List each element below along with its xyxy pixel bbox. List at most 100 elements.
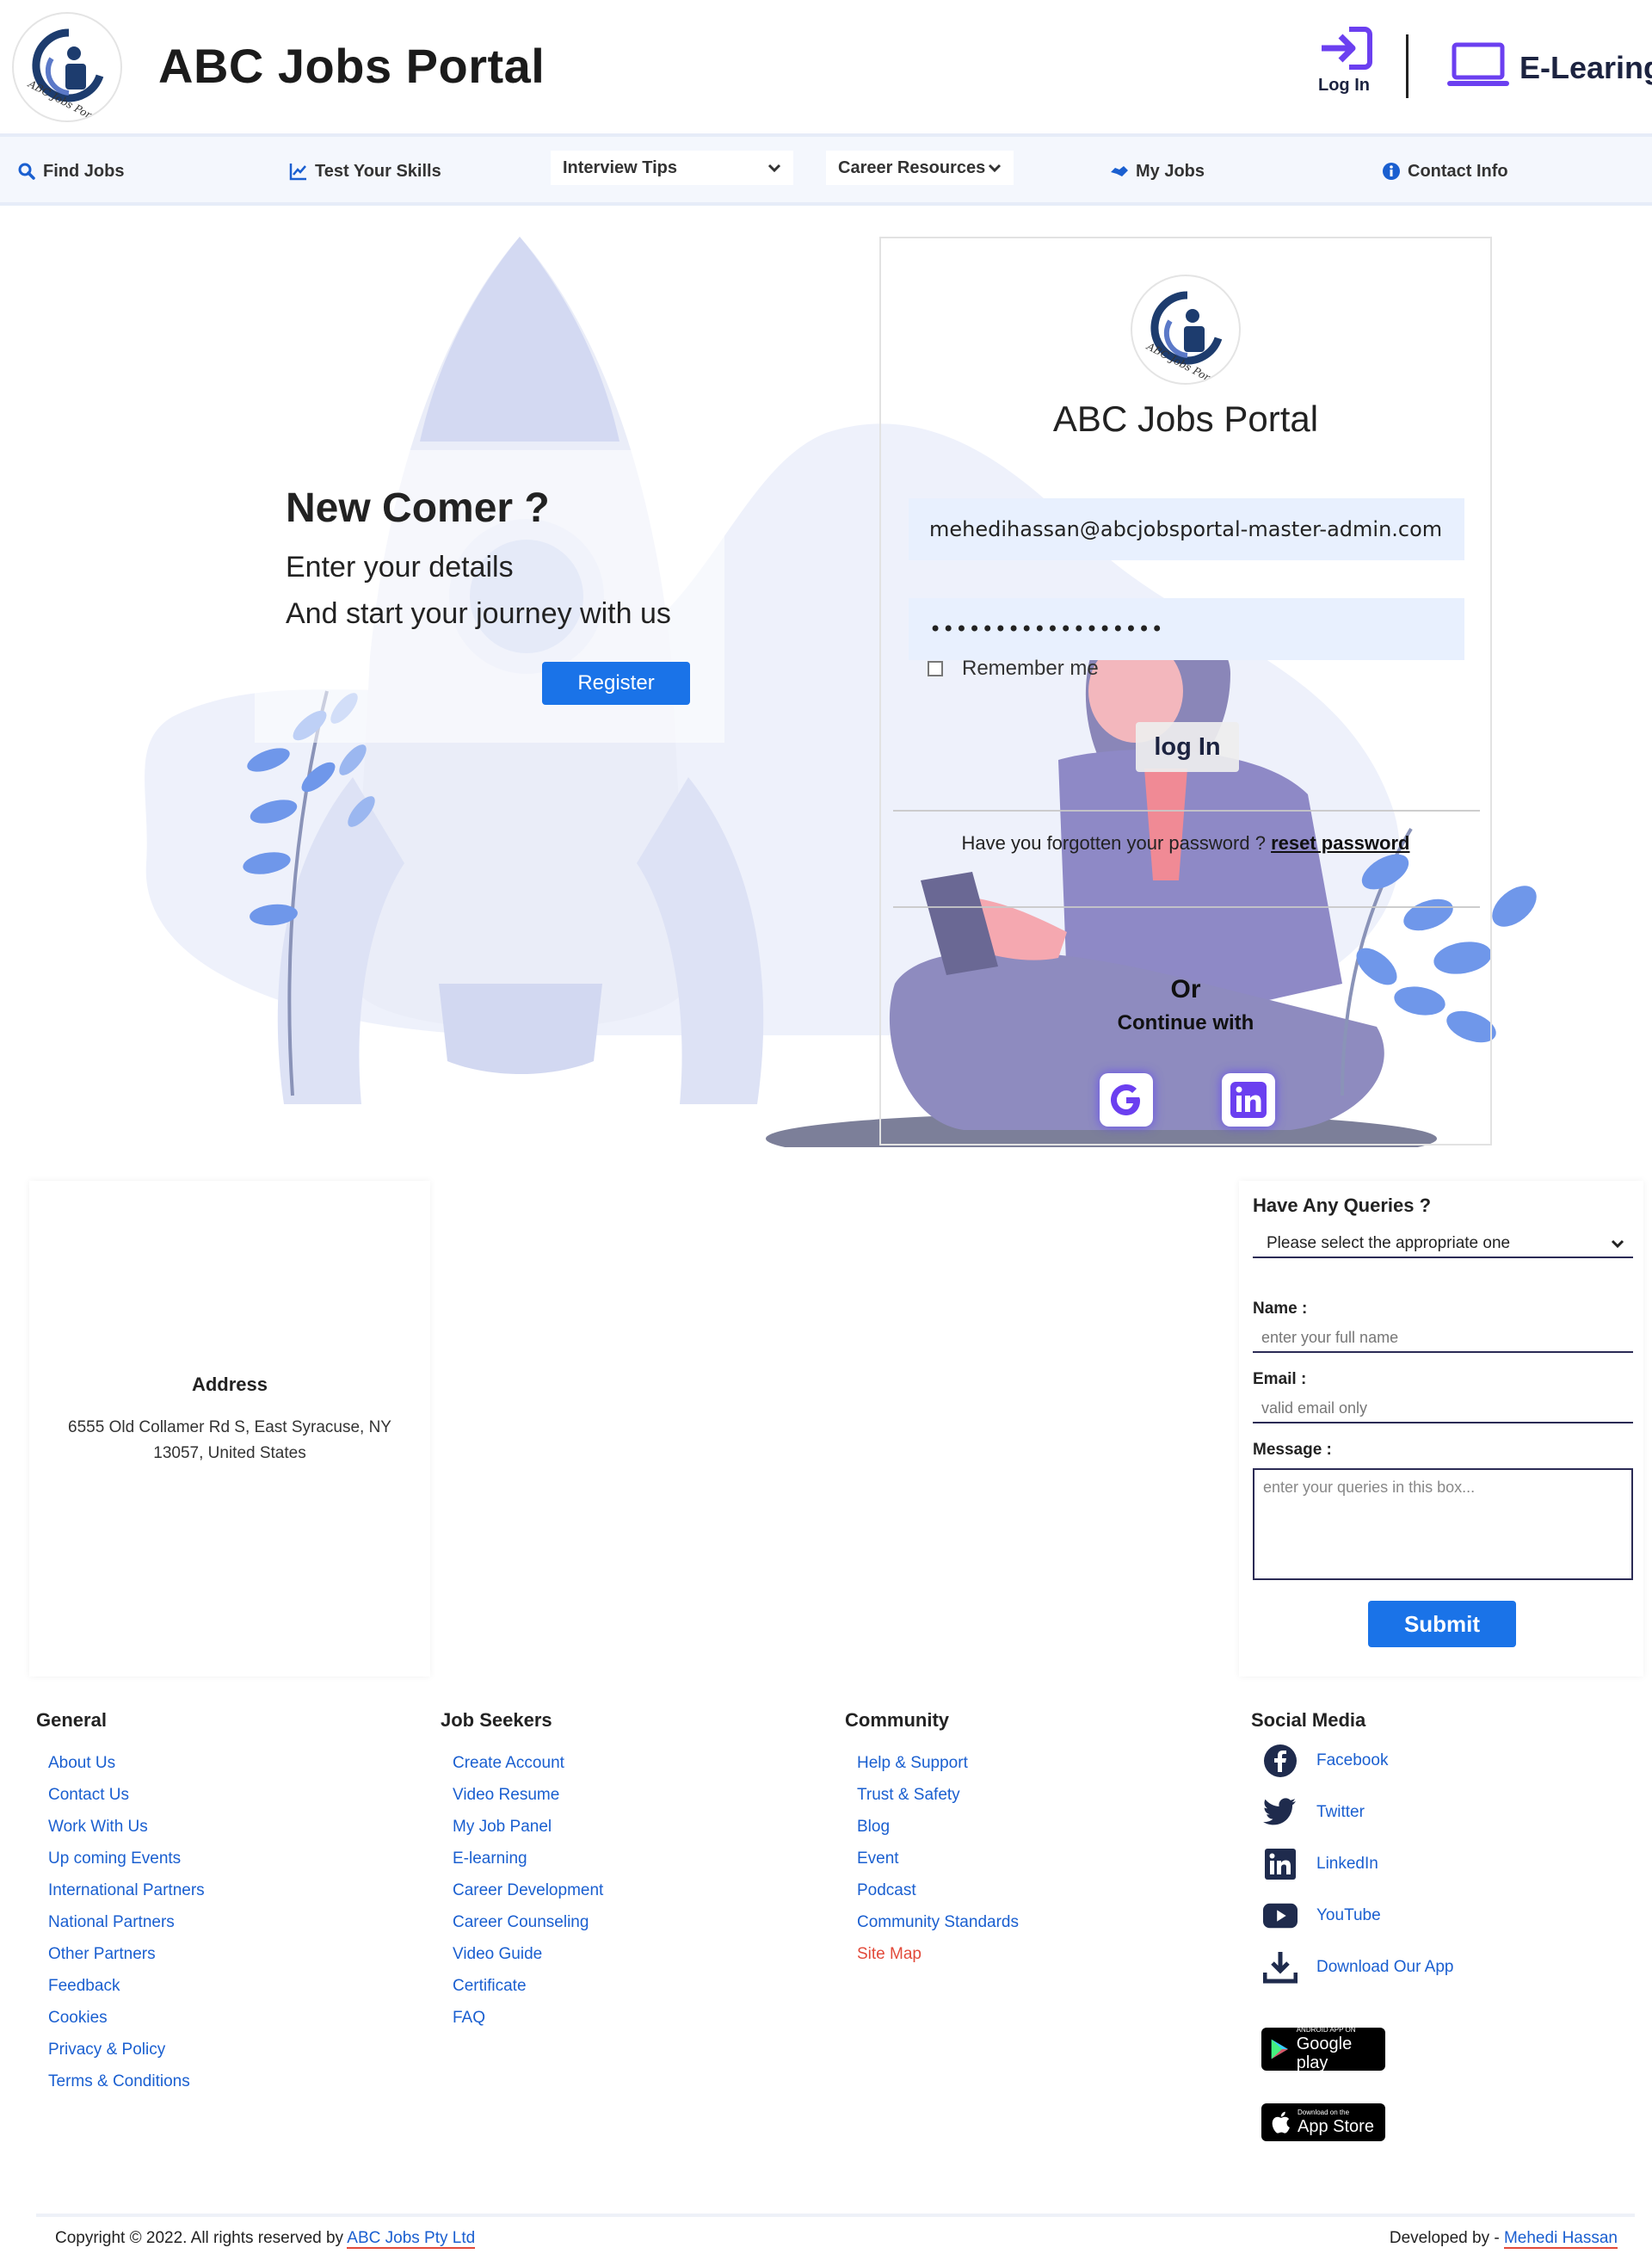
footer-social-list: Facebook Twitter LinkedIn YouTube Downlo… <box>1251 1735 1454 1993</box>
password-input[interactable]: •••••••••••••••••• <box>909 598 1464 660</box>
continue-with-text: Continue with <box>1117 1011 1254 1034</box>
footer-link[interactable]: Video Guide <box>453 1938 603 1970</box>
login-card-title: ABC Jobs Portal <box>1052 398 1319 439</box>
footer-link[interactable]: Privacy & Policy <box>48 2034 205 2065</box>
nav-career-resources-label: Career Resources <box>838 157 986 177</box>
name-input[interactable]: enter your full name <box>1253 1324 1633 1353</box>
login-card: ABC Jobs Portal ABC Jobs Portal mehediha… <box>879 237 1492 1145</box>
app-store-badge[interactable]: Download on the App Store <box>1261 2103 1385 2141</box>
address-text: 6555 Old Collamer Rd S, East Syracuse, N… <box>68 1418 391 1462</box>
main-nav: Find Jobs Test Your Skills Interview Tip… <box>0 133 1652 206</box>
or-text: Or <box>1170 975 1201 1003</box>
header-divider <box>1406 34 1409 98</box>
footer-link[interactable]: Terms & Conditions <box>48 2065 205 2097</box>
site-logo[interactable]: ABC Jobs Portal <box>12 12 122 122</box>
chart-line-icon <box>289 164 306 181</box>
newcomer-line-1: Enter your details <box>286 551 514 584</box>
submit-button[interactable]: Submit <box>1368 1601 1516 1647</box>
login-icon <box>1322 27 1372 70</box>
remember-me-checkbox[interactable] <box>928 661 943 676</box>
footer-link[interactable]: Other Partners <box>48 1938 205 1970</box>
footer-link[interactable]: International Partners <box>48 1874 205 1906</box>
google-login-button[interactable] <box>1100 1073 1153 1127</box>
newcomer-heading: New Comer ? <box>286 485 550 531</box>
footer-link[interactable]: Community Standards <box>857 1906 1019 1938</box>
footer-link[interactable]: Career Counseling <box>453 1906 603 1938</box>
facebook-icon <box>1263 1744 1298 1778</box>
laptop-icon <box>1447 42 1509 86</box>
footer-link[interactable]: My Job Panel <box>453 1811 603 1843</box>
nav-contact-info[interactable]: Contact Info <box>1382 156 1508 187</box>
app-store-big: App Store <box>1298 2117 1374 2136</box>
footer-link[interactable]: Contact Us <box>48 1779 205 1811</box>
social-linkedin[interactable]: LinkedIn <box>1263 1838 1454 1890</box>
footer-link[interactable]: Blog <box>857 1811 1019 1843</box>
message-textarea[interactable]: enter your queries in this box... <box>1253 1468 1633 1580</box>
social-youtube[interactable]: YouTube <box>1263 1890 1454 1942</box>
footer-link[interactable]: Trust & Safety <box>857 1779 1019 1811</box>
chevron-down-icon <box>767 164 781 173</box>
email-input[interactable]: mehedihassan@abcjobsportal-master-admin.… <box>909 498 1464 560</box>
footer-link[interactable]: Feedback <box>48 1970 205 2002</box>
developer-link[interactable]: Mehedi Hassan <box>1503 2229 1618 2249</box>
remember-me[interactable]: Remember me <box>928 657 1099 681</box>
nav-find-jobs[interactable]: Find Jobs <box>17 156 124 187</box>
footer-link[interactable]: About Us <box>48 1747 205 1779</box>
reset-password-link[interactable]: reset password <box>1271 832 1409 854</box>
nav-interview-tips-dropdown[interactable]: Interview Tips <box>551 151 793 185</box>
developed-by-text: Developed by - <box>1389 2229 1500 2247</box>
chevron-down-icon <box>1611 1239 1624 1249</box>
social-twitter[interactable]: Twitter <box>1263 1787 1454 1838</box>
site-title: ABC Jobs Portal <box>158 39 546 93</box>
nav-test-skills[interactable]: Test Your Skills <box>289 156 441 187</box>
hero-section: New Comer ? Enter your details And start… <box>0 209 1652 1147</box>
twitter-icon <box>1263 1795 1298 1830</box>
google-play-badge[interactable]: ANDROID APP ON Google play <box>1261 2026 1385 2072</box>
nav-contact-info-label: Contact Info <box>1408 161 1508 181</box>
google-icon <box>1111 1084 1140 1115</box>
footer-link[interactable]: National Partners <box>48 1906 205 1938</box>
footer-social: Social Media Facebook Twitter LinkedIn Y… <box>1251 1709 1454 1993</box>
header-elearning-link[interactable]: E-Learing <box>1447 36 1652 96</box>
query-type-select[interactable]: Please select the appropriate one <box>1253 1231 1633 1258</box>
company-link[interactable]: ABC Jobs Pty Ltd <box>347 2229 476 2249</box>
social-facebook[interactable]: Facebook <box>1263 1735 1454 1787</box>
social-youtube-label: YouTube <box>1316 1906 1381 1924</box>
header-login-link[interactable]: Log In <box>1308 24 1380 102</box>
query-email-input[interactable]: valid email only <box>1253 1394 1633 1423</box>
register-button[interactable]: Register <box>542 662 690 705</box>
newcomer-text: New Comer ? Enter your details And start… <box>286 485 671 637</box>
footer-link[interactable]: Event <box>857 1843 1019 1874</box>
linkedin-icon <box>1263 1847 1298 1881</box>
address-title: Address <box>191 1374 268 1395</box>
footer-link[interactable]: Work With Us <box>48 1811 205 1843</box>
footer-link[interactable]: E-learning <box>453 1843 603 1874</box>
chevron-down-icon <box>988 164 1002 173</box>
footer-link[interactable]: FAQ <box>453 2002 603 2034</box>
search-icon <box>18 163 35 180</box>
footer-link[interactable]: Create Account <box>453 1747 603 1779</box>
download-app[interactable]: Download Our App <box>1263 1942 1454 1993</box>
app-store-small: Download on the <box>1298 2109 1350 2116</box>
social-facebook-label: Facebook <box>1316 1751 1389 1769</box>
nav-my-jobs[interactable]: My Jobs <box>1110 156 1205 187</box>
footer-link[interactable]: Podcast <box>857 1874 1019 1906</box>
copyright-text: Copyright © 2022. All rights reserved by <box>55 2229 344 2247</box>
forgot-password: Have you forgotten your password ? reset… <box>881 832 1490 855</box>
footer-link[interactable]: Certificate <box>453 1970 603 2002</box>
footer-job-seekers-title: Job Seekers <box>441 1709 552 1731</box>
footer-link[interactable]: Help & Support <box>857 1747 1019 1779</box>
message-label: Message : <box>1253 1441 1332 1459</box>
login-button[interactable]: log In <box>1136 722 1239 772</box>
card-divider <box>893 810 1480 812</box>
youtube-icon <box>1263 1899 1298 1933</box>
footer-link[interactable]: Up coming Events <box>48 1843 205 1874</box>
query-form: Have Any Queries ? Please select the app… <box>1239 1181 1643 1676</box>
nav-career-resources-dropdown[interactable]: Career Resources <box>826 151 1014 185</box>
linkedin-login-button[interactable] <box>1222 1073 1275 1127</box>
footer-link[interactable]: Cookies <box>48 2002 205 2034</box>
footer-link[interactable]: Video Resume <box>453 1779 603 1811</box>
elearning-label: E-Learing <box>1519 50 1652 85</box>
footer-link-site-map[interactable]: Site Map <box>857 1938 1019 1970</box>
footer-link[interactable]: Career Development <box>453 1874 603 1906</box>
